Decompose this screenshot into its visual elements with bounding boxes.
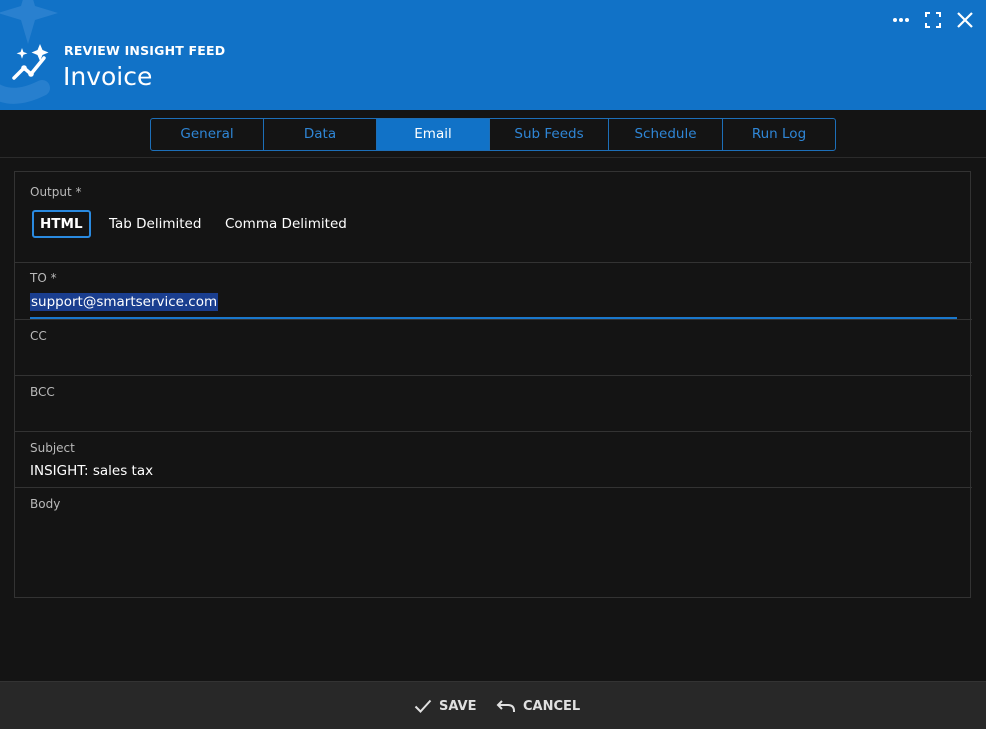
tab-data[interactable]: Data bbox=[264, 119, 377, 150]
page-title: Invoice bbox=[63, 62, 153, 91]
tab-run-log[interactable]: Run Log bbox=[723, 119, 835, 150]
cancel-button[interactable]: CANCEL bbox=[496, 696, 580, 716]
cancel-button-label: CANCEL bbox=[523, 698, 581, 714]
save-button[interactable]: SAVE bbox=[414, 696, 476, 716]
subject-field[interactable]: INSIGHT: sales tax bbox=[30, 463, 957, 479]
body-label: Body bbox=[30, 497, 61, 511]
cc-field[interactable] bbox=[30, 350, 957, 370]
subject-row: Subject INSIGHT: sales tax bbox=[15, 432, 972, 488]
body-field[interactable] bbox=[30, 518, 957, 588]
to-row: TO * support@smartservice.com bbox=[15, 263, 972, 320]
dialog-footer: SAVE CANCEL bbox=[0, 681, 986, 729]
cc-label: CC bbox=[30, 329, 47, 343]
dialog-header: REVIEW INSIGHT FEED Invoice bbox=[0, 0, 986, 110]
header-eyebrow: REVIEW INSIGHT FEED bbox=[64, 43, 226, 58]
output-label: Output * bbox=[30, 185, 82, 199]
close-button[interactable] bbox=[955, 10, 975, 30]
bcc-label: BCC bbox=[30, 385, 55, 399]
tab-email[interactable]: Email bbox=[377, 119, 490, 150]
tabs-divider bbox=[0, 157, 986, 158]
tab-sub-feeds[interactable]: Sub Feeds bbox=[490, 119, 609, 150]
tab-schedule[interactable]: Schedule bbox=[609, 119, 723, 150]
insight-sparkle-icon bbox=[12, 44, 49, 80]
output-option-comma-delimited[interactable]: Comma Delimited bbox=[219, 210, 353, 238]
more-icon bbox=[893, 18, 909, 22]
output-option-tab-delimited[interactable]: Tab Delimited bbox=[103, 210, 207, 238]
maximize-icon bbox=[925, 12, 941, 28]
close-icon bbox=[957, 12, 973, 28]
to-field-value: support@smartservice.com bbox=[30, 293, 219, 311]
more-options-button[interactable] bbox=[891, 10, 911, 30]
to-label: TO * bbox=[30, 271, 57, 285]
to-field[interactable]: support@smartservice.com bbox=[30, 293, 219, 311]
bcc-row: BCC bbox=[15, 376, 972, 432]
check-icon bbox=[414, 699, 432, 713]
tab-general[interactable]: General bbox=[151, 119, 264, 150]
output-row: Output * HTML Tab Delimited Comma Delimi… bbox=[15, 172, 972, 263]
bcc-field[interactable] bbox=[30, 406, 957, 426]
tab-bar: General Data Email Sub Feeds Schedule Ru… bbox=[150, 118, 836, 151]
email-form: Output * HTML Tab Delimited Comma Delimi… bbox=[14, 171, 972, 598]
body-row: Body bbox=[15, 488, 972, 597]
subject-label: Subject bbox=[30, 441, 75, 455]
undo-icon bbox=[496, 700, 515, 712]
to-field-focus-underline bbox=[30, 317, 957, 319]
output-option-html[interactable]: HTML bbox=[32, 210, 91, 238]
save-button-label: SAVE bbox=[439, 698, 477, 714]
cc-row: CC bbox=[15, 320, 972, 376]
maximize-button[interactable] bbox=[923, 10, 943, 30]
